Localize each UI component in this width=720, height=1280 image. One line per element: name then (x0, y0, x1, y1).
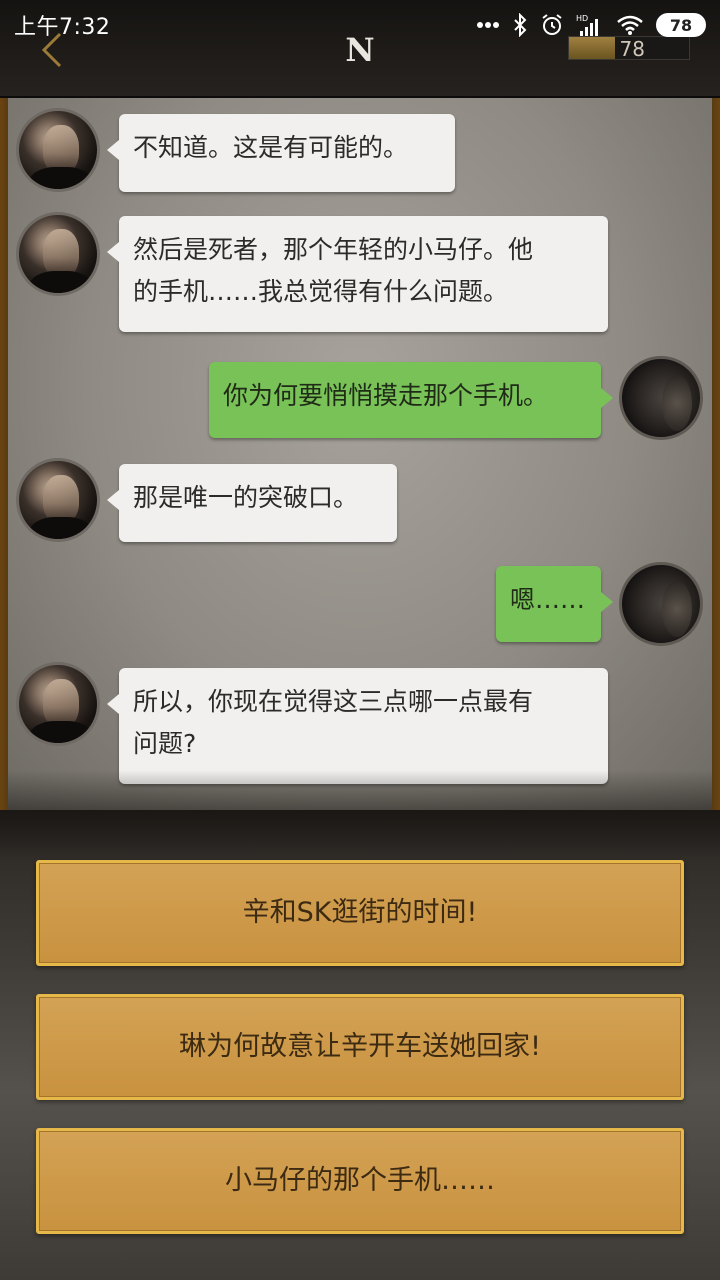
message-text-line: 然后是死者，那个年轻的小马仔。他 (133, 235, 534, 264)
alarm-icon (540, 13, 564, 37)
more-dots-icon (476, 21, 500, 29)
message-bubble-left: 那是唯一的突破口。 (107, 464, 397, 542)
choice-button[interactable]: 琳为何故意让辛开车送她回家! (36, 994, 684, 1100)
chat-area[interactable]: 不知道。这是有可能的。 然后是死者，那个年轻的小马仔。他 的手机……我总觉得有什… (8, 98, 712, 810)
npc-avatar (16, 212, 100, 296)
message-text: 不知道。这是有可能的。 (133, 133, 409, 162)
message-text-line: 的手机……我总觉得有什么问题。 (133, 277, 509, 306)
message-bubble-left: 然后是死者，那个年轻的小马仔。他 的手机……我总觉得有什么问题。 (107, 216, 608, 332)
message-bubble-left: 所以，你现在觉得这三点哪一点最有 问题? (107, 668, 608, 784)
message-text: 嗯…… (510, 585, 586, 614)
choices-panel: 辛和SK逛街的时间! 琳为何故意让辛开车送她回家! 小马仔的那个手机…… (0, 810, 720, 1280)
choice-button[interactable]: 辛和SK逛街的时间! (36, 860, 684, 966)
wifi-icon (616, 14, 644, 36)
player-avatar (619, 356, 703, 440)
svg-text:HD: HD (576, 14, 588, 23)
npc-avatar (16, 662, 100, 746)
message-text-line: 所以，你现在觉得这三点哪一点最有 (133, 687, 534, 716)
message-text: 那是唯一的突破口。 (133, 483, 359, 512)
battery-indicator: 78 (656, 13, 706, 37)
message-bubble-left: 不知道。这是有可能的。 (107, 114, 455, 192)
npc-avatar (16, 458, 100, 542)
choice-button[interactable]: 小马仔的那个手机…… (36, 1128, 684, 1234)
message-text: 你为何要悄悄摸走那个手机。 (223, 381, 549, 410)
bluetooth-icon (512, 13, 528, 37)
status-bar: 上午7:32 HD 78 (0, 0, 720, 50)
message-bubble-right: 嗯…… (496, 566, 613, 642)
message-bubble-right: 你为何要悄悄摸走那个手机。 (209, 362, 613, 438)
player-avatar (619, 562, 703, 646)
status-time: 上午7:32 (14, 15, 111, 40)
signal-hd-icon: HD (576, 13, 604, 37)
message-text-line: 问题? (133, 729, 197, 758)
npc-avatar (16, 108, 100, 192)
